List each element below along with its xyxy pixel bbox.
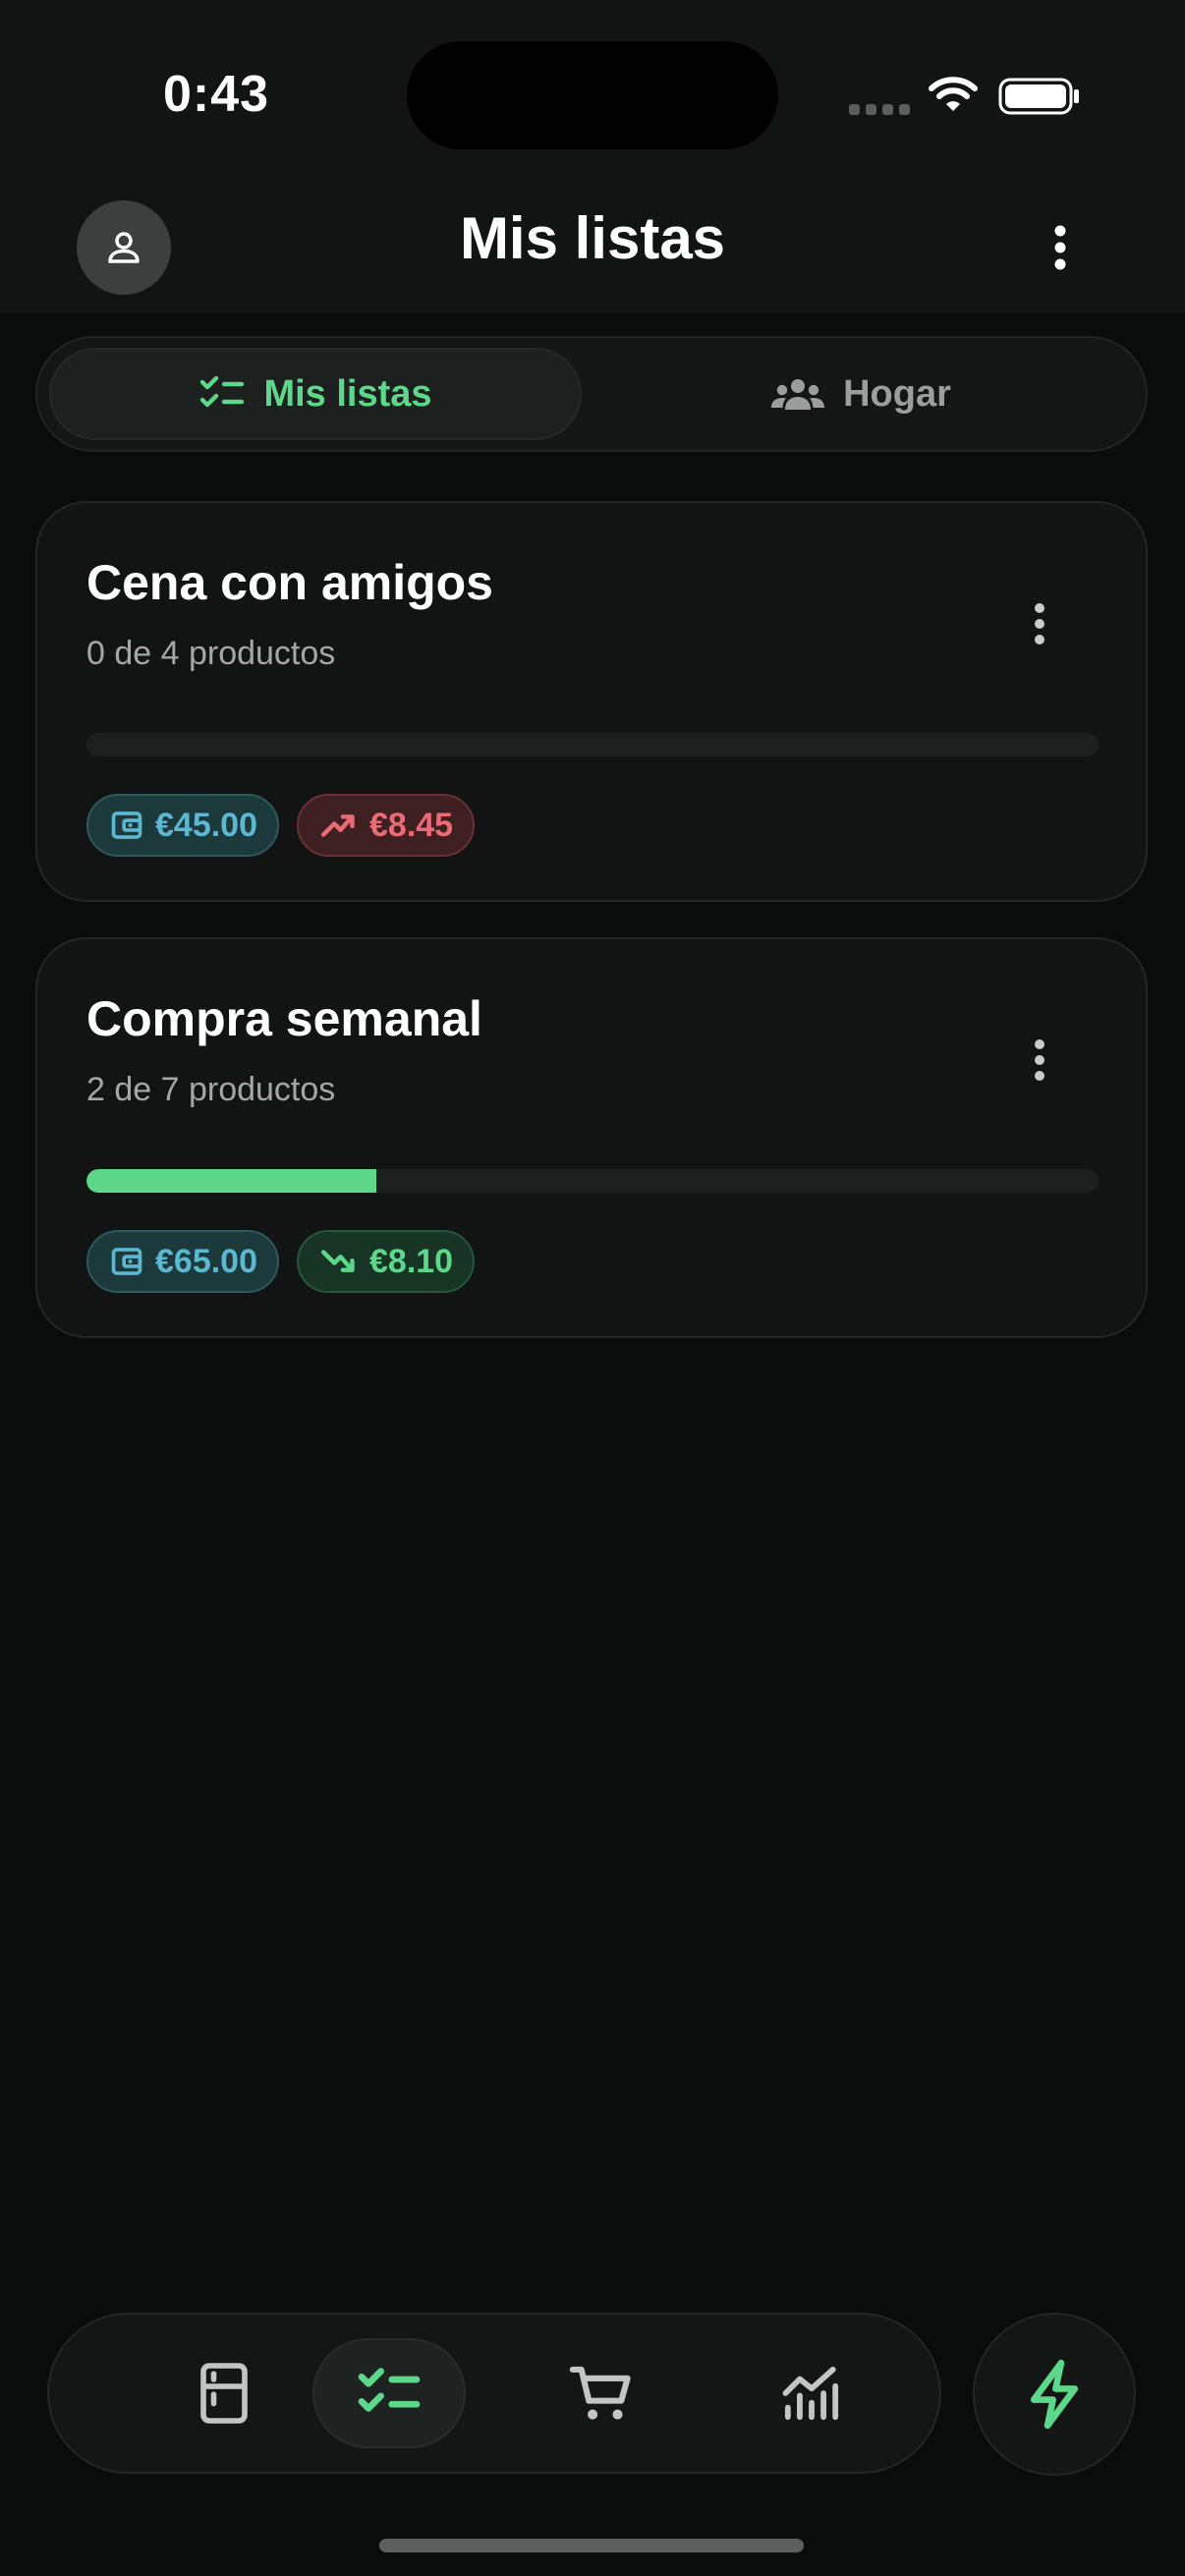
wifi-icon <box>929 77 978 111</box>
budget-amount: €45.00 <box>155 806 257 844</box>
page-title: Mis listas <box>459 205 726 271</box>
price-change-chip: €8.10 <box>297 1230 476 1293</box>
quick-action-button[interactable] <box>973 2313 1136 2476</box>
tab-label: Mis listas <box>263 372 432 415</box>
budget-chip: €65.00 <box>86 1230 279 1293</box>
list-title: Compra semanal <box>86 991 482 1046</box>
checklist-icon <box>358 2368 421 2412</box>
nav-item-stats[interactable] <box>735 2338 888 2448</box>
cellular-signal-icon <box>849 104 910 115</box>
nav-item-cart[interactable] <box>525 2338 678 2448</box>
battery-icon <box>998 78 1079 115</box>
nav-item-pantry[interactable] <box>147 2338 301 2448</box>
fridge-icon <box>200 2363 248 2424</box>
list-title: Cena con amigos <box>86 555 493 610</box>
price-change-amount: €8.10 <box>369 1242 454 1280</box>
nav-item-lists[interactable] <box>312 2338 466 2448</box>
lightning-icon <box>1030 2359 1079 2430</box>
list-card[interactable]: Compra semanal 2 de 7 productos €65.00 €… <box>35 937 1148 1338</box>
progress-fill <box>86 1169 376 1193</box>
tab-label: Hogar <box>843 372 951 415</box>
more-vertical-icon <box>1054 225 1066 270</box>
dynamic-island <box>407 41 778 149</box>
list-progress-text: 0 de 4 productos <box>86 635 336 672</box>
group-icon <box>771 379 825 410</box>
header-more-button[interactable] <box>1036 218 1085 277</box>
trending-up-icon <box>320 814 355 837</box>
list-progress-bar <box>86 1169 1099 1193</box>
list-scope-segmented-control: Mis listas Hogar <box>35 336 1148 452</box>
more-vertical-icon <box>1035 603 1044 644</box>
price-change-chip: €8.45 <box>297 794 476 857</box>
budget-amount: €65.00 <box>155 1242 257 1280</box>
list-progress-bar <box>86 733 1099 756</box>
wallet-icon <box>111 812 142 839</box>
list-card[interactable]: Cena con amigos 0 de 4 productos €45.00 … <box>35 501 1148 902</box>
chart-icon <box>782 2366 839 2421</box>
list-more-button[interactable] <box>1020 589 1059 658</box>
home-indicator[interactable] <box>379 2539 804 2552</box>
status-time: 0:43 <box>163 66 270 123</box>
list-more-button[interactable] <box>1020 1026 1059 1094</box>
checklist-icon <box>200 375 245 408</box>
list-progress-text: 2 de 7 productos <box>86 1071 336 1108</box>
trending-down-icon <box>320 1250 355 1272</box>
tab-mis-listas[interactable]: Mis listas <box>49 348 582 440</box>
more-vertical-icon <box>1035 1039 1044 1081</box>
bottom-navigation <box>47 2313 941 2474</box>
tab-hogar[interactable]: Hogar <box>588 348 1134 440</box>
budget-chip: €45.00 <box>86 794 279 857</box>
cart-icon <box>569 2366 631 2420</box>
wallet-icon <box>111 1248 142 1275</box>
price-change-amount: €8.45 <box>369 806 454 844</box>
